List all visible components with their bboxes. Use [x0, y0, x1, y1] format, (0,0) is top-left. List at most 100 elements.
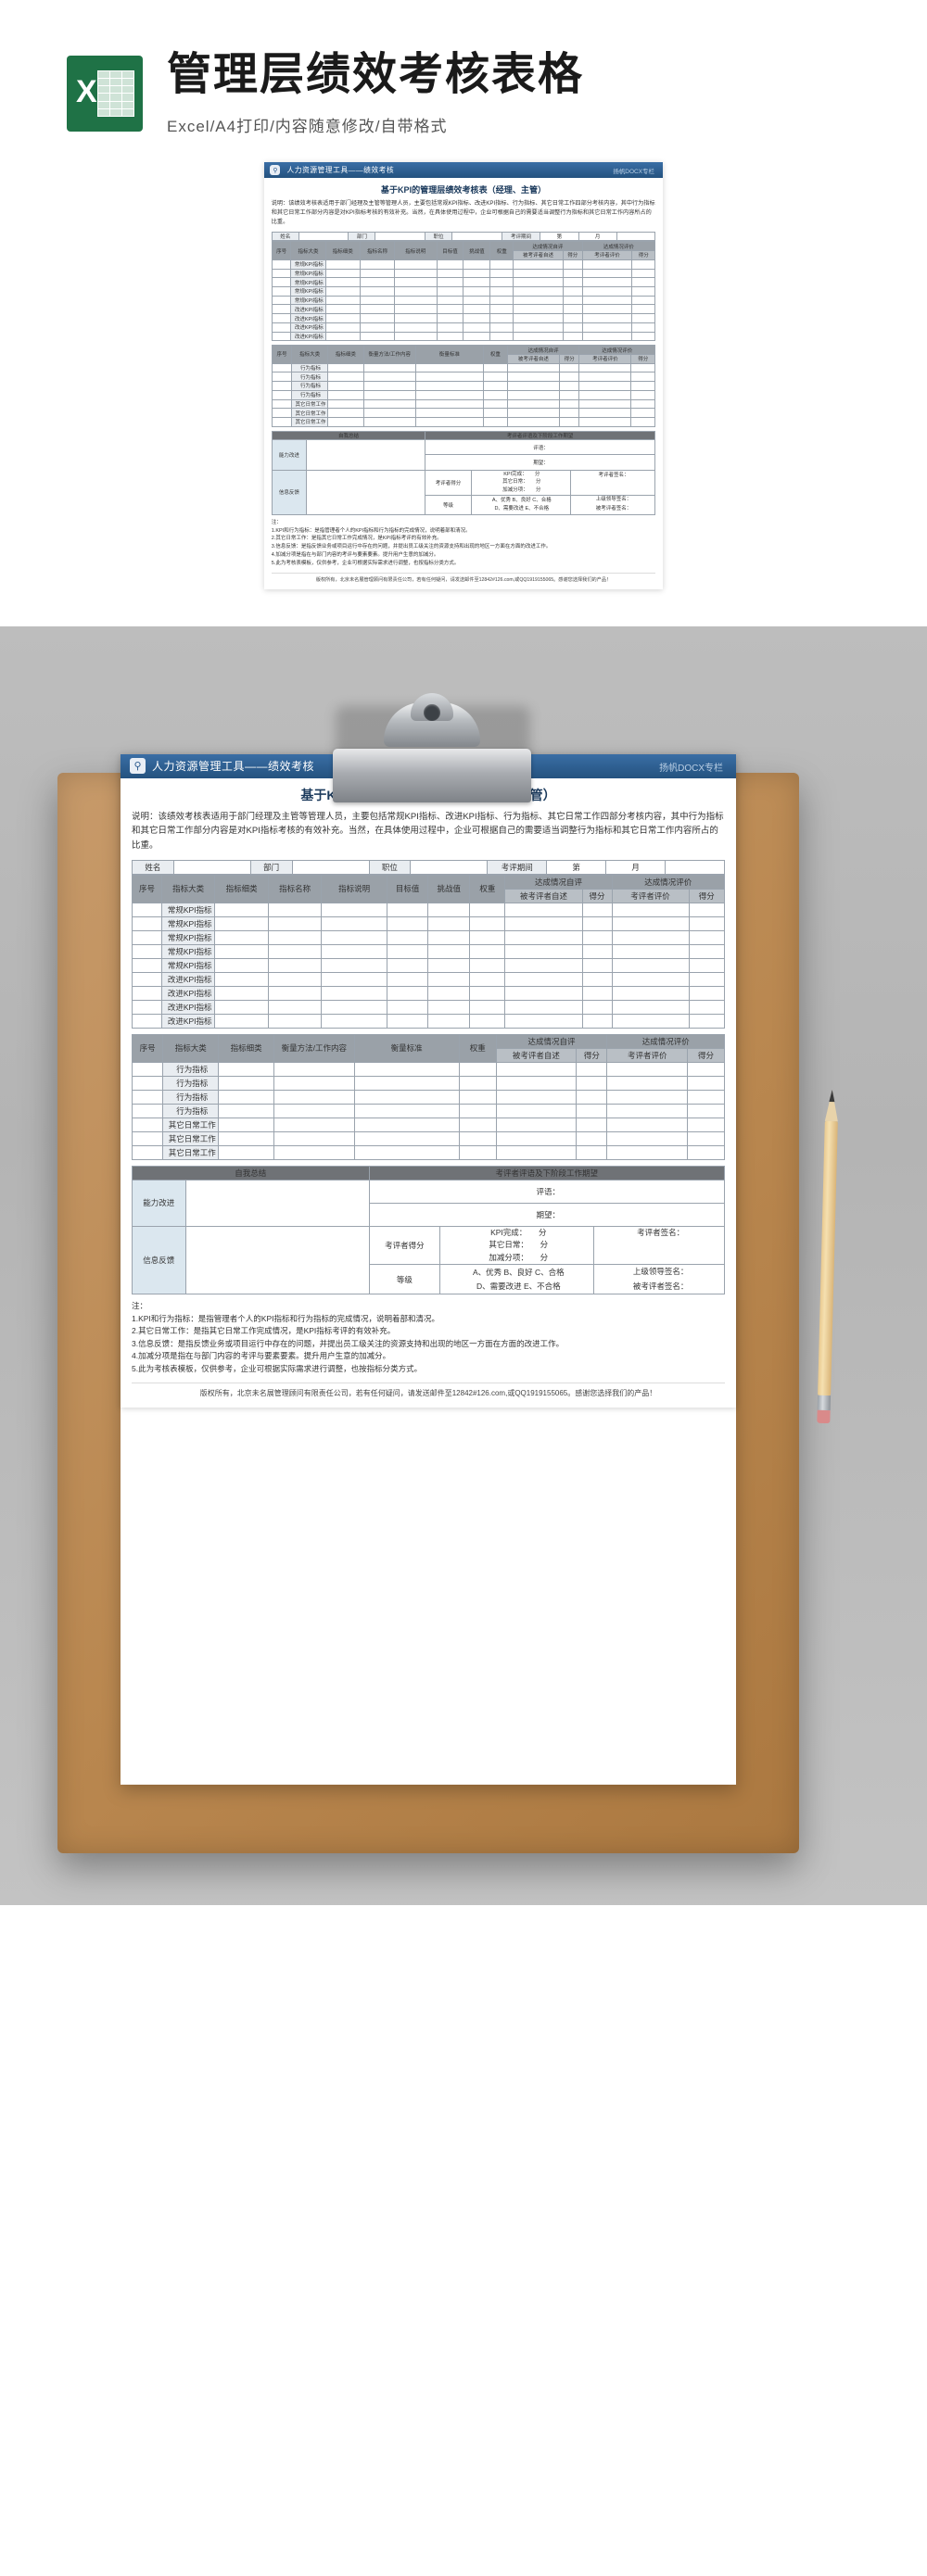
row-cell[interactable]: [214, 902, 269, 917]
row-cell[interactable]: [321, 957, 387, 973]
row-cell[interactable]: [506, 362, 560, 373]
row-cell[interactable]: [463, 313, 491, 323]
row-cell[interactable]: [218, 1103, 275, 1118]
row-cell[interactable]: [558, 408, 580, 418]
row-cell[interactable]: [362, 398, 416, 410]
row-cell[interactable]: [458, 1130, 497, 1146]
row-cell[interactable]: [214, 1013, 269, 1029]
row-cell[interactable]: [581, 929, 613, 945]
row-cell[interactable]: [688, 943, 726, 959]
row-cell[interactable]: [581, 971, 613, 987]
row-cell[interactable]: [267, 999, 323, 1015]
row-cell[interactable]: [469, 902, 506, 917]
row-cell[interactable]: [414, 381, 485, 391]
row-cell[interactable]: [267, 902, 323, 917]
expectation-field[interactable]: 期望：: [425, 454, 656, 471]
row-cell[interactable]: [359, 304, 396, 315]
row-cell[interactable]: [427, 1013, 471, 1029]
row-cell[interactable]: [504, 971, 583, 987]
row-index[interactable]: [131, 1130, 164, 1146]
row-cell[interactable]: [267, 929, 323, 945]
row-cell[interactable]: [218, 1144, 275, 1160]
row-cell[interactable]: [362, 381, 416, 391]
row-cell[interactable]: [558, 389, 580, 400]
row-cell[interactable]: [394, 304, 438, 315]
row-cell[interactable]: [581, 277, 633, 287]
row-cell[interactable]: [489, 304, 514, 315]
row-cell[interactable]: [321, 971, 387, 987]
row-cell[interactable]: [427, 971, 471, 987]
row-cell[interactable]: [606, 1089, 688, 1105]
row-cell[interactable]: [631, 295, 656, 306]
row-cell[interactable]: [581, 286, 633, 297]
row-cell[interactable]: [581, 259, 633, 270]
period-extra[interactable]: [616, 231, 656, 242]
row-cell[interactable]: [394, 259, 438, 270]
row-cell[interactable]: [581, 313, 633, 323]
assessor-sign-top[interactable]: 考评者签名：: [593, 1225, 725, 1266]
row-cell[interactable]: [483, 362, 508, 373]
row-cell[interactable]: [578, 372, 632, 383]
row-cell[interactable]: [353, 1061, 460, 1077]
signature-block[interactable]: 上级领导签名： 被考评者签名：: [593, 1264, 725, 1294]
feedback-value[interactable]: [305, 469, 426, 515]
row-cell[interactable]: [688, 915, 726, 931]
row-cell[interactable]: [578, 362, 632, 373]
row-cell[interactable]: [353, 1075, 460, 1091]
row-cell[interactable]: [436, 259, 464, 270]
row-cell[interactable]: [324, 331, 361, 342]
row-cell[interactable]: [324, 322, 361, 333]
row-cell[interactable]: [218, 1089, 275, 1105]
row-cell[interactable]: [427, 902, 471, 917]
row-cell[interactable]: [214, 915, 269, 931]
row-cell[interactable]: [353, 1144, 460, 1160]
row-cell[interactable]: [578, 416, 632, 427]
row-index[interactable]: [131, 1103, 164, 1118]
row-cell[interactable]: [562, 277, 583, 287]
row-cell[interactable]: [611, 971, 690, 987]
row-cell[interactable]: [504, 929, 583, 945]
row-cell[interactable]: [606, 1130, 688, 1146]
assessor-sign-top[interactable]: 考评者签名：: [570, 469, 656, 497]
row-cell[interactable]: [436, 313, 464, 323]
row-cell[interactable]: [686, 1130, 726, 1146]
row-index[interactable]: [271, 286, 292, 297]
row-index[interactable]: [271, 389, 293, 400]
row-cell[interactable]: [436, 286, 464, 297]
row-cell[interactable]: [578, 408, 632, 418]
period-year[interactable]: 第: [546, 859, 607, 875]
row-cell[interactable]: [562, 331, 583, 342]
row-cell[interactable]: [513, 277, 564, 287]
row-cell[interactable]: [576, 1075, 608, 1091]
row-cell[interactable]: [362, 372, 416, 383]
row-index[interactable]: [132, 985, 162, 1001]
row-cell[interactable]: [267, 943, 323, 959]
row-cell[interactable]: [686, 1089, 726, 1105]
row-cell[interactable]: [463, 286, 491, 297]
row-cell[interactable]: [576, 1061, 608, 1077]
row-cell[interactable]: [513, 286, 564, 297]
row-cell[interactable]: [463, 259, 491, 270]
row-cell[interactable]: [218, 1075, 275, 1091]
row-cell[interactable]: [562, 322, 583, 333]
row-cell[interactable]: [513, 304, 564, 315]
row-cell[interactable]: [562, 268, 583, 279]
row-cell[interactable]: [321, 929, 387, 945]
row-cell[interactable]: [489, 322, 514, 333]
row-cell[interactable]: [495, 1075, 578, 1091]
row-cell[interactable]: [581, 295, 633, 306]
row-index[interactable]: [131, 1144, 164, 1160]
row-cell[interactable]: [327, 362, 364, 373]
row-cell[interactable]: [414, 372, 485, 383]
row-cell[interactable]: [214, 943, 269, 959]
row-cell[interactable]: [324, 313, 361, 323]
row-cell[interactable]: [489, 259, 514, 270]
row-cell[interactable]: [562, 286, 583, 297]
row-cell[interactable]: [359, 331, 396, 342]
row-cell[interactable]: [578, 381, 632, 391]
row-cell[interactable]: [606, 1144, 688, 1160]
row-cell[interactable]: [427, 985, 471, 1001]
row-cell[interactable]: [436, 268, 464, 279]
row-index[interactable]: [271, 277, 292, 287]
row-cell[interactable]: [581, 322, 633, 333]
